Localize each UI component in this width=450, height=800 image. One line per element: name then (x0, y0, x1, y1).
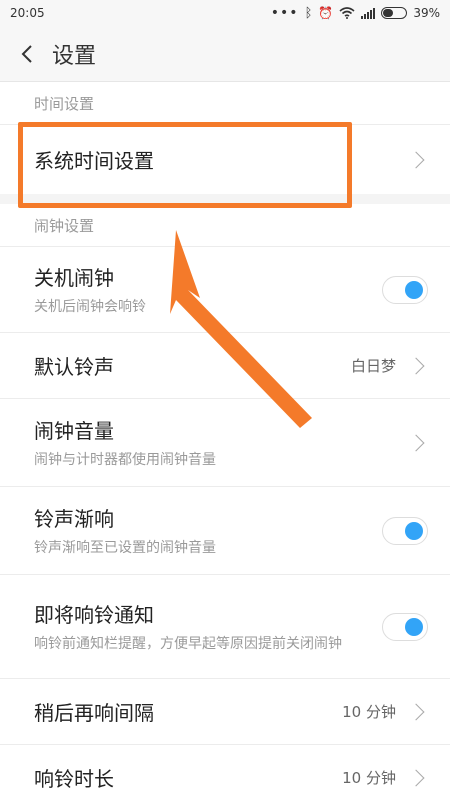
default-ringtone-title: 默认铃声 (34, 355, 114, 379)
status-icons: ••• ᛒ ⏰ 39% (271, 5, 440, 21)
upcoming-notice-title: 即将响铃通知 (34, 603, 154, 627)
toggle-knob (405, 280, 423, 299)
power-off-alarm-subtitle: 关机后闹钟会响铃 (34, 299, 146, 315)
power-off-alarm-toggle[interactable] (382, 275, 428, 304)
chevron-right-icon (407, 703, 425, 720)
alarm-clock-icon: ⏰ (318, 6, 334, 20)
upcoming-notice-item[interactable]: 即将响铃通知 响铃前通知栏提醒，方便早起等原因提前关闭闹钟 (0, 574, 450, 678)
snooze-interval-title: 稍后再响间隔 (34, 701, 154, 725)
gradual-ring-title: 铃声渐响 (34, 507, 114, 531)
section-divider (0, 194, 450, 204)
status-bar: 20:05 ••• ᛒ ⏰ 39% (0, 0, 450, 26)
alarm-volume-title: 闹钟音量 (34, 419, 114, 443)
signal-icon (361, 7, 376, 19)
gradual-ring-item[interactable]: 铃声渐响 铃声渐响至已设置的闹钟音量 (0, 486, 450, 574)
page-title: 设置 (52, 43, 97, 69)
bluetooth-icon: ᛒ (304, 5, 313, 21)
chevron-right-icon (407, 434, 425, 451)
power-off-alarm-title: 关机闹钟 (34, 266, 114, 290)
upcoming-notice-toggle[interactable] (382, 612, 428, 641)
toggle-knob (405, 617, 423, 636)
wifi-icon (339, 7, 355, 19)
ring-duration-item[interactable]: 响铃时长 10 分钟 (0, 744, 450, 800)
ring-duration-title: 响铃时长 (34, 767, 114, 791)
status-time: 20:05 (10, 6, 45, 20)
snooze-interval-value: 10 分钟 (342, 703, 396, 721)
ring-duration-value: 10 分钟 (342, 769, 396, 787)
default-ringtone-value: 白日梦 (350, 357, 396, 375)
system-time-setting-title: 系统时间设置 (34, 149, 154, 173)
chevron-right-icon (407, 151, 425, 168)
section-header-alarm: 闹钟设置 (0, 204, 450, 246)
upcoming-notice-subtitle: 响铃前通知栏提醒，方便早起等原因提前关闭闹钟 (34, 636, 342, 652)
snooze-interval-item[interactable]: 稍后再响间隔 10 分钟 (0, 678, 450, 744)
toggle-knob (405, 521, 423, 540)
alarm-volume-item[interactable]: 闹钟音量 闹钟与计时器都使用闹钟音量 (0, 398, 450, 486)
app-bar: 设置 (0, 26, 450, 82)
default-ringtone-item[interactable]: 默认铃声 白日梦 (0, 332, 450, 398)
system-time-setting-item[interactable]: 系统时间设置 (0, 124, 450, 194)
alarm-volume-subtitle: 闹钟与计时器都使用闹钟音量 (34, 452, 216, 468)
battery-icon (381, 7, 408, 19)
gradual-ring-toggle[interactable] (382, 516, 428, 545)
battery-percent: 39% (413, 6, 440, 20)
chevron-right-icon (407, 769, 425, 786)
chevron-right-icon (407, 357, 425, 374)
settings-list: 时间设置 系统时间设置 闹钟设置 关机闹钟 关机后闹钟会响铃 默认铃声 白日梦 … (0, 82, 450, 800)
section-header-time: 时间设置 (0, 82, 450, 124)
gradual-ring-subtitle: 铃声渐响至已设置的闹钟音量 (34, 540, 216, 556)
more-dots-icon: ••• (270, 5, 299, 21)
power-off-alarm-item[interactable]: 关机闹钟 关机后闹钟会响铃 (0, 246, 450, 332)
back-arrow-icon[interactable] (16, 43, 38, 65)
